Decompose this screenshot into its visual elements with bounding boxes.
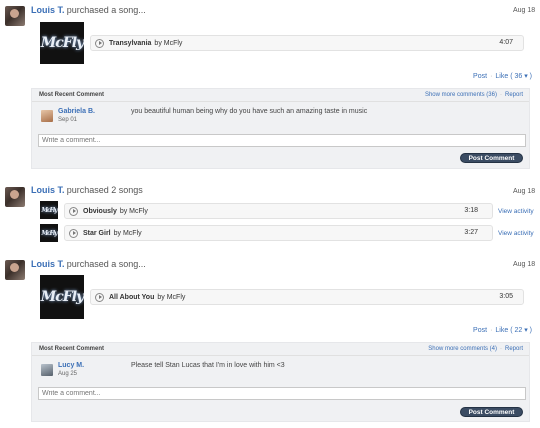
user-avatar[interactable]: [5, 6, 25, 26]
commenter-name[interactable]: Gabriela B.: [58, 108, 95, 115]
activity-text: purchased 2 songs: [66, 185, 143, 195]
comment-text: you beautiful human being why do you hav…: [131, 108, 368, 115]
track-duration: 3:27: [464, 229, 478, 236]
album-cover[interactable]: McFly: [40, 224, 58, 242]
post-comment-button[interactable]: Post Comment: [460, 153, 523, 163]
track-artist: by McFly: [119, 207, 148, 215]
album-logo: McFly: [41, 229, 57, 237]
post-like-bar: Post · Like ( 22 ▾ ): [473, 327, 532, 334]
track-artist: by McFly: [157, 293, 186, 301]
activity-date: Aug 18: [513, 261, 536, 268]
comments-panel: Most Recent Comment Show more comments (…: [31, 342, 530, 422]
activity-date: Aug 18: [513, 7, 536, 14]
commenter-avatar[interactable]: [41, 364, 53, 376]
track-duration: 3:18: [464, 207, 478, 214]
album-logo: McFly: [40, 289, 84, 305]
comment-input[interactable]: [38, 134, 526, 147]
user-name-link[interactable]: Louis T.: [31, 185, 65, 195]
track-row[interactable]: All About You by McFly 3:05: [90, 289, 524, 305]
track-duration: 3:05: [499, 293, 513, 300]
post-like-bar: Post · Like ( 36 ▾ ): [473, 73, 532, 80]
like-count[interactable]: ( 36 ▾ ): [510, 73, 532, 80]
comments-header: Most Recent Comment Show more comments (…: [32, 343, 529, 356]
most-recent-label: Most Recent Comment: [39, 346, 105, 352]
feed-item-header: Louis T. purchased a song...: [31, 5, 146, 15]
track-artist: by McFly: [113, 229, 142, 237]
post-comment-button[interactable]: Post Comment: [460, 407, 523, 417]
track-duration: 4:07: [499, 39, 513, 46]
album-logo: McFly: [41, 206, 57, 214]
report-link[interactable]: Report: [505, 92, 523, 98]
feed-item-header: Louis T. purchased 2 songs: [31, 185, 143, 195]
view-activity-link[interactable]: View activity: [498, 208, 534, 215]
activity-date: Aug 18: [513, 188, 536, 195]
comment-date: Sep 01: [58, 117, 78, 123]
track-row[interactable]: Obviously by McFly 3:18: [64, 203, 493, 219]
album-logo: McFly: [40, 35, 84, 51]
play-icon[interactable]: [69, 228, 78, 238]
comment-input[interactable]: [38, 387, 526, 400]
user-name-link[interactable]: Louis T.: [31, 5, 65, 15]
comments-links: Show more comments (36) · Report: [424, 92, 523, 98]
like-count[interactable]: ( 22 ▾ ): [510, 327, 532, 334]
user-name-link[interactable]: Louis T.: [31, 259, 65, 269]
report-link[interactable]: Report: [505, 346, 523, 352]
feed-item-header: Louis T. purchased a song...: [31, 259, 146, 269]
play-icon[interactable]: [95, 292, 104, 302]
like-link[interactable]: Like: [495, 327, 508, 334]
comments-panel: Most Recent Comment Show more comments (…: [31, 88, 530, 169]
album-cover[interactable]: McFly: [40, 275, 84, 319]
comment-date: Aug 25: [58, 371, 78, 377]
album-cover[interactable]: McFly: [40, 201, 58, 219]
commenter-avatar[interactable]: [41, 110, 53, 122]
show-more-comments-link[interactable]: Show more comments (4): [428, 346, 497, 352]
view-activity-link[interactable]: View activity: [498, 230, 534, 237]
user-avatar[interactable]: [5, 187, 25, 207]
comments-links: Show more comments (4) · Report: [428, 346, 523, 352]
track-title: Obviously: [83, 207, 117, 215]
album-cover[interactable]: McFly: [40, 22, 84, 64]
play-icon[interactable]: [69, 206, 78, 216]
track-row[interactable]: Transylvania by McFly 4:07: [90, 35, 524, 51]
track-title: Transylvania: [109, 39, 152, 47]
track-title: Star Girl: [83, 229, 111, 237]
activity-text: purchased a song...: [66, 259, 146, 269]
track-title: All About You: [109, 293, 155, 301]
play-icon[interactable]: [95, 38, 104, 48]
show-more-comments-link[interactable]: Show more comments (36): [425, 92, 497, 98]
post-link[interactable]: Post: [473, 327, 487, 334]
track-artist: by McFly: [154, 39, 183, 47]
most-recent-label: Most Recent Comment: [39, 92, 105, 98]
activity-text: purchased a song...: [66, 5, 146, 15]
track-row[interactable]: Star Girl by McFly 3:27: [64, 225, 493, 241]
user-avatar[interactable]: [5, 260, 25, 280]
comments-header: Most Recent Comment Show more comments (…: [32, 89, 529, 102]
like-link[interactable]: Like: [495, 73, 508, 80]
comment-text: Please tell Stan Lucas that I'm in love …: [131, 362, 285, 369]
post-link[interactable]: Post: [473, 73, 487, 80]
commenter-name[interactable]: Lucy M.: [58, 362, 84, 369]
